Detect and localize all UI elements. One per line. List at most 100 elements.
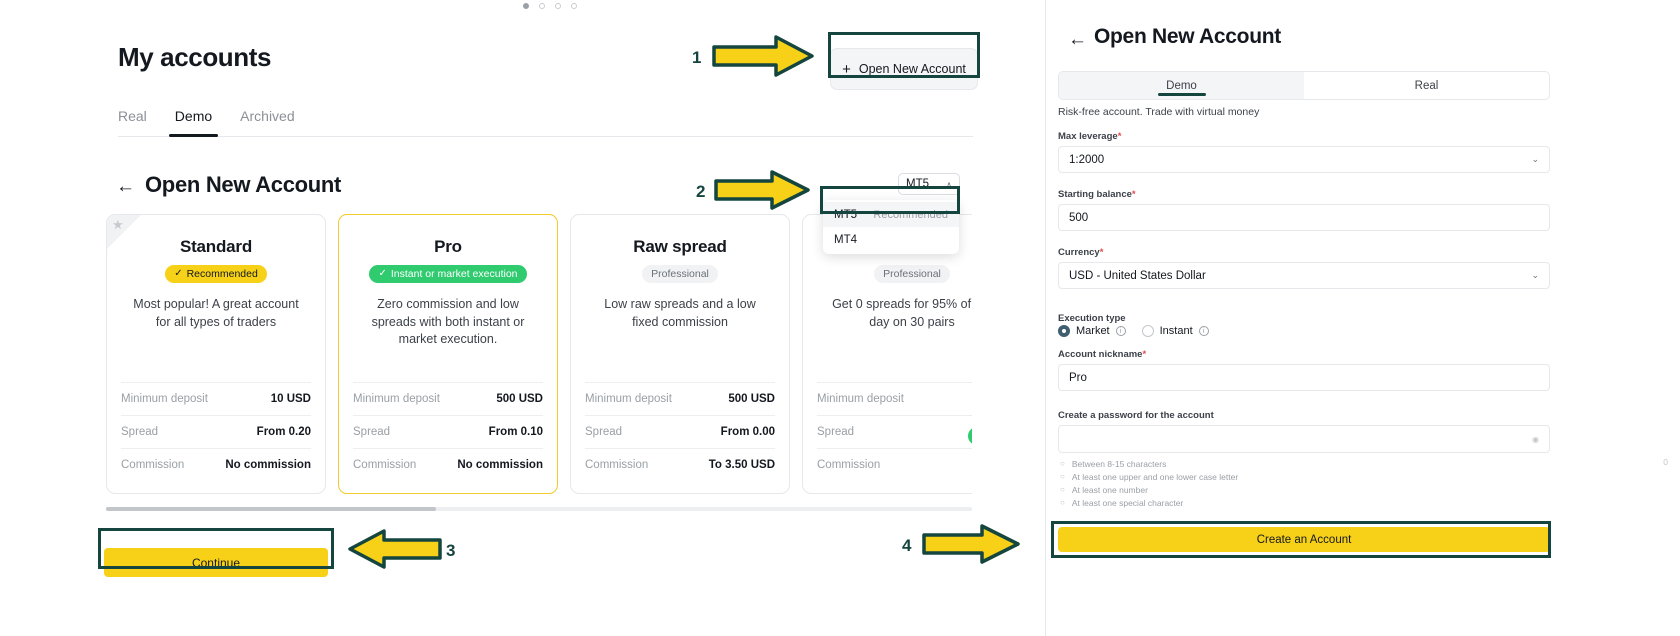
card-row: Commission From (817, 448, 972, 481)
card-row: Commission To 3.50 USD (585, 448, 775, 481)
password-input[interactable]: ◉ (1058, 425, 1550, 453)
row-value-badge: Best (967, 427, 972, 445)
screenshot-root: My accounts Real Demo Archived + Open Ne… (0, 0, 1680, 636)
info-icon[interactable]: i (1115, 326, 1126, 336)
card-badge: Professional (874, 265, 950, 283)
toggle-demo[interactable]: Demo (1059, 72, 1304, 99)
back-arrow-icon[interactable]: ← (116, 177, 135, 196)
tab-demo[interactable]: Demo (161, 102, 226, 137)
max-leverage-value: 1:2000 (1069, 153, 1105, 166)
platform-option-mt4[interactable]: MT4 (823, 227, 959, 252)
radio-market[interactable]: Market i (1058, 325, 1126, 337)
currency-value: USD - United States Dollar (1069, 269, 1206, 282)
radio-instant-indicator[interactable] (1141, 325, 1154, 337)
card-row: Spread Best (817, 415, 972, 448)
card-row: Minimum deposit 500 USD (353, 382, 543, 415)
field-account-nickname: Account nickname* Pro (1058, 349, 1550, 391)
account-type-cards: ★ Standard ✓ Recommended Most popular! A… (106, 214, 972, 496)
password-rule: ○ At least one special character (1060, 496, 1460, 509)
field-starting-balance: Starting balance* 500 (1058, 189, 1550, 231)
card-header: Raw spread Professional Low raw spreads … (571, 215, 789, 331)
row-key: Minimum deposit (585, 393, 672, 405)
field-password: Create a password for the account ◉ (1058, 410, 1550, 453)
required-asterisk: * (1131, 189, 1136, 200)
platform-option-mt4-label: MT4 (834, 233, 857, 246)
mode-description: Risk-free account. Trade with virtual mo… (1058, 106, 1260, 118)
check-circle-icon: ✓ (174, 268, 183, 279)
form-title: Open New Account (1094, 25, 1281, 48)
password-rule-text: At least one upper and one lower case le… (1071, 471, 1239, 482)
card-badge: ✓ Instant or market execution (369, 265, 527, 283)
account-card-zero[interactable]: Zero Professional Get 0 spreads for 95% … (802, 214, 972, 494)
row-value: From 0.20 (256, 426, 311, 438)
password-rule: ○ Between 8-15 characters (1060, 457, 1460, 470)
required-asterisk: * (1099, 247, 1104, 258)
password-rule-text: Between 8-15 characters (1071, 458, 1167, 469)
open-new-account-heading: Open New Account (145, 172, 342, 197)
back-arrow-icon[interactable]: ← (1068, 30, 1087, 49)
open-new-account-button[interactable]: + Open New Account (830, 48, 978, 90)
tab-archived[interactable]: Archived (226, 102, 308, 136)
row-key: Minimum deposit (121, 393, 208, 405)
password-requirements: ○ Between 8-15 characters ○ At least one… (1060, 457, 1460, 509)
currency-select[interactable]: USD - United States Dollar ⌄ (1058, 262, 1550, 289)
radio-market-label: Market (1076, 325, 1110, 337)
row-key: Commission (817, 459, 881, 471)
info-icon[interactable]: i (1198, 326, 1209, 336)
card-header: Pro ✓ Instant or market execution Zero c… (339, 215, 557, 349)
account-card-standard[interactable]: ★ Standard ✓ Recommended Most popular! A… (106, 214, 326, 494)
execution-type-radios: Market i Instant i (1058, 325, 1209, 337)
field-label: Max leverage* (1058, 131, 1122, 142)
account-card-raw-spread[interactable]: Raw spread Professional Low raw spreads … (570, 214, 790, 494)
carousel-dot-1[interactable] (523, 3, 529, 9)
card-badge-label: Recommended (186, 268, 258, 280)
card-row: Commission No commission (353, 448, 543, 481)
row-value: 10 USD (270, 393, 311, 405)
account-nickname-input[interactable]: Pro (1058, 364, 1550, 391)
create-account-button[interactable]: Create an Account (1058, 527, 1550, 552)
radio-instant[interactable]: Instant i (1141, 325, 1209, 337)
card-description: Zero commission and low spreads with bot… (371, 297, 525, 346)
star-icon: ★ (112, 217, 124, 232)
required-asterisk: * (1117, 131, 1122, 142)
platform-select[interactable]: MT5 ∧ (898, 173, 960, 195)
eye-icon[interactable]: ◉ (1532, 435, 1539, 444)
carousel-dot-2[interactable] (539, 3, 545, 9)
toggle-real[interactable]: Real (1304, 72, 1549, 99)
platform-option-mt5[interactable]: MT5 Recommended (823, 202, 959, 227)
row-key: Spread (585, 426, 623, 438)
cards-scrollbar[interactable] (106, 507, 972, 511)
card-title: Standard (179, 237, 253, 256)
row-key: Spread (353, 426, 391, 438)
row-key: Commission (585, 459, 649, 471)
card-description: Most popular! A great account for all ty… (133, 297, 299, 329)
card-title: Raw spread (633, 237, 727, 256)
field-max-leverage: Max leverage* 1:2000 ⌄ (1058, 131, 1550, 173)
field-label: Account nickname* (1058, 349, 1147, 360)
password-rule-text: At least one number (1071, 484, 1148, 495)
row-key: Commission (353, 459, 417, 471)
starting-balance-value: 500 (1069, 211, 1089, 224)
carousel-dot-4[interactable] (571, 3, 577, 9)
platform-dropdown-menu: MT5 Recommended MT4 (823, 200, 959, 254)
check-circle-icon: ✓ (378, 268, 387, 279)
radio-market-indicator[interactable] (1058, 325, 1070, 337)
tab-real[interactable]: Real (118, 102, 161, 136)
account-mode-toggle: Demo Real (1058, 71, 1550, 100)
radio-instant-label: Instant (1159, 325, 1193, 337)
card-title: Pro (434, 237, 462, 256)
row-key: Minimum deposit (353, 393, 440, 405)
account-card-pro[interactable]: Pro ✓ Instant or market execution Zero c… (338, 214, 558, 494)
carousel-dot-3[interactable] (555, 3, 561, 9)
scrollbar-thumb[interactable] (106, 507, 436, 511)
carousel-dots (0, 3, 1100, 9)
row-value: To 3.50 USD (708, 459, 775, 471)
plus-icon: + (842, 60, 851, 78)
card-row: Commission No commission (121, 448, 311, 481)
max-leverage-select[interactable]: 1:2000 ⌄ (1058, 146, 1550, 173)
password-char-counter: 0 (1663, 457, 1668, 467)
password-rule-text: At least one special character (1071, 497, 1184, 508)
card-row: Spread From 0.20 (121, 415, 311, 448)
starting-balance-input[interactable]: 500 (1058, 204, 1550, 231)
continue-button[interactable]: Continue (104, 548, 328, 577)
